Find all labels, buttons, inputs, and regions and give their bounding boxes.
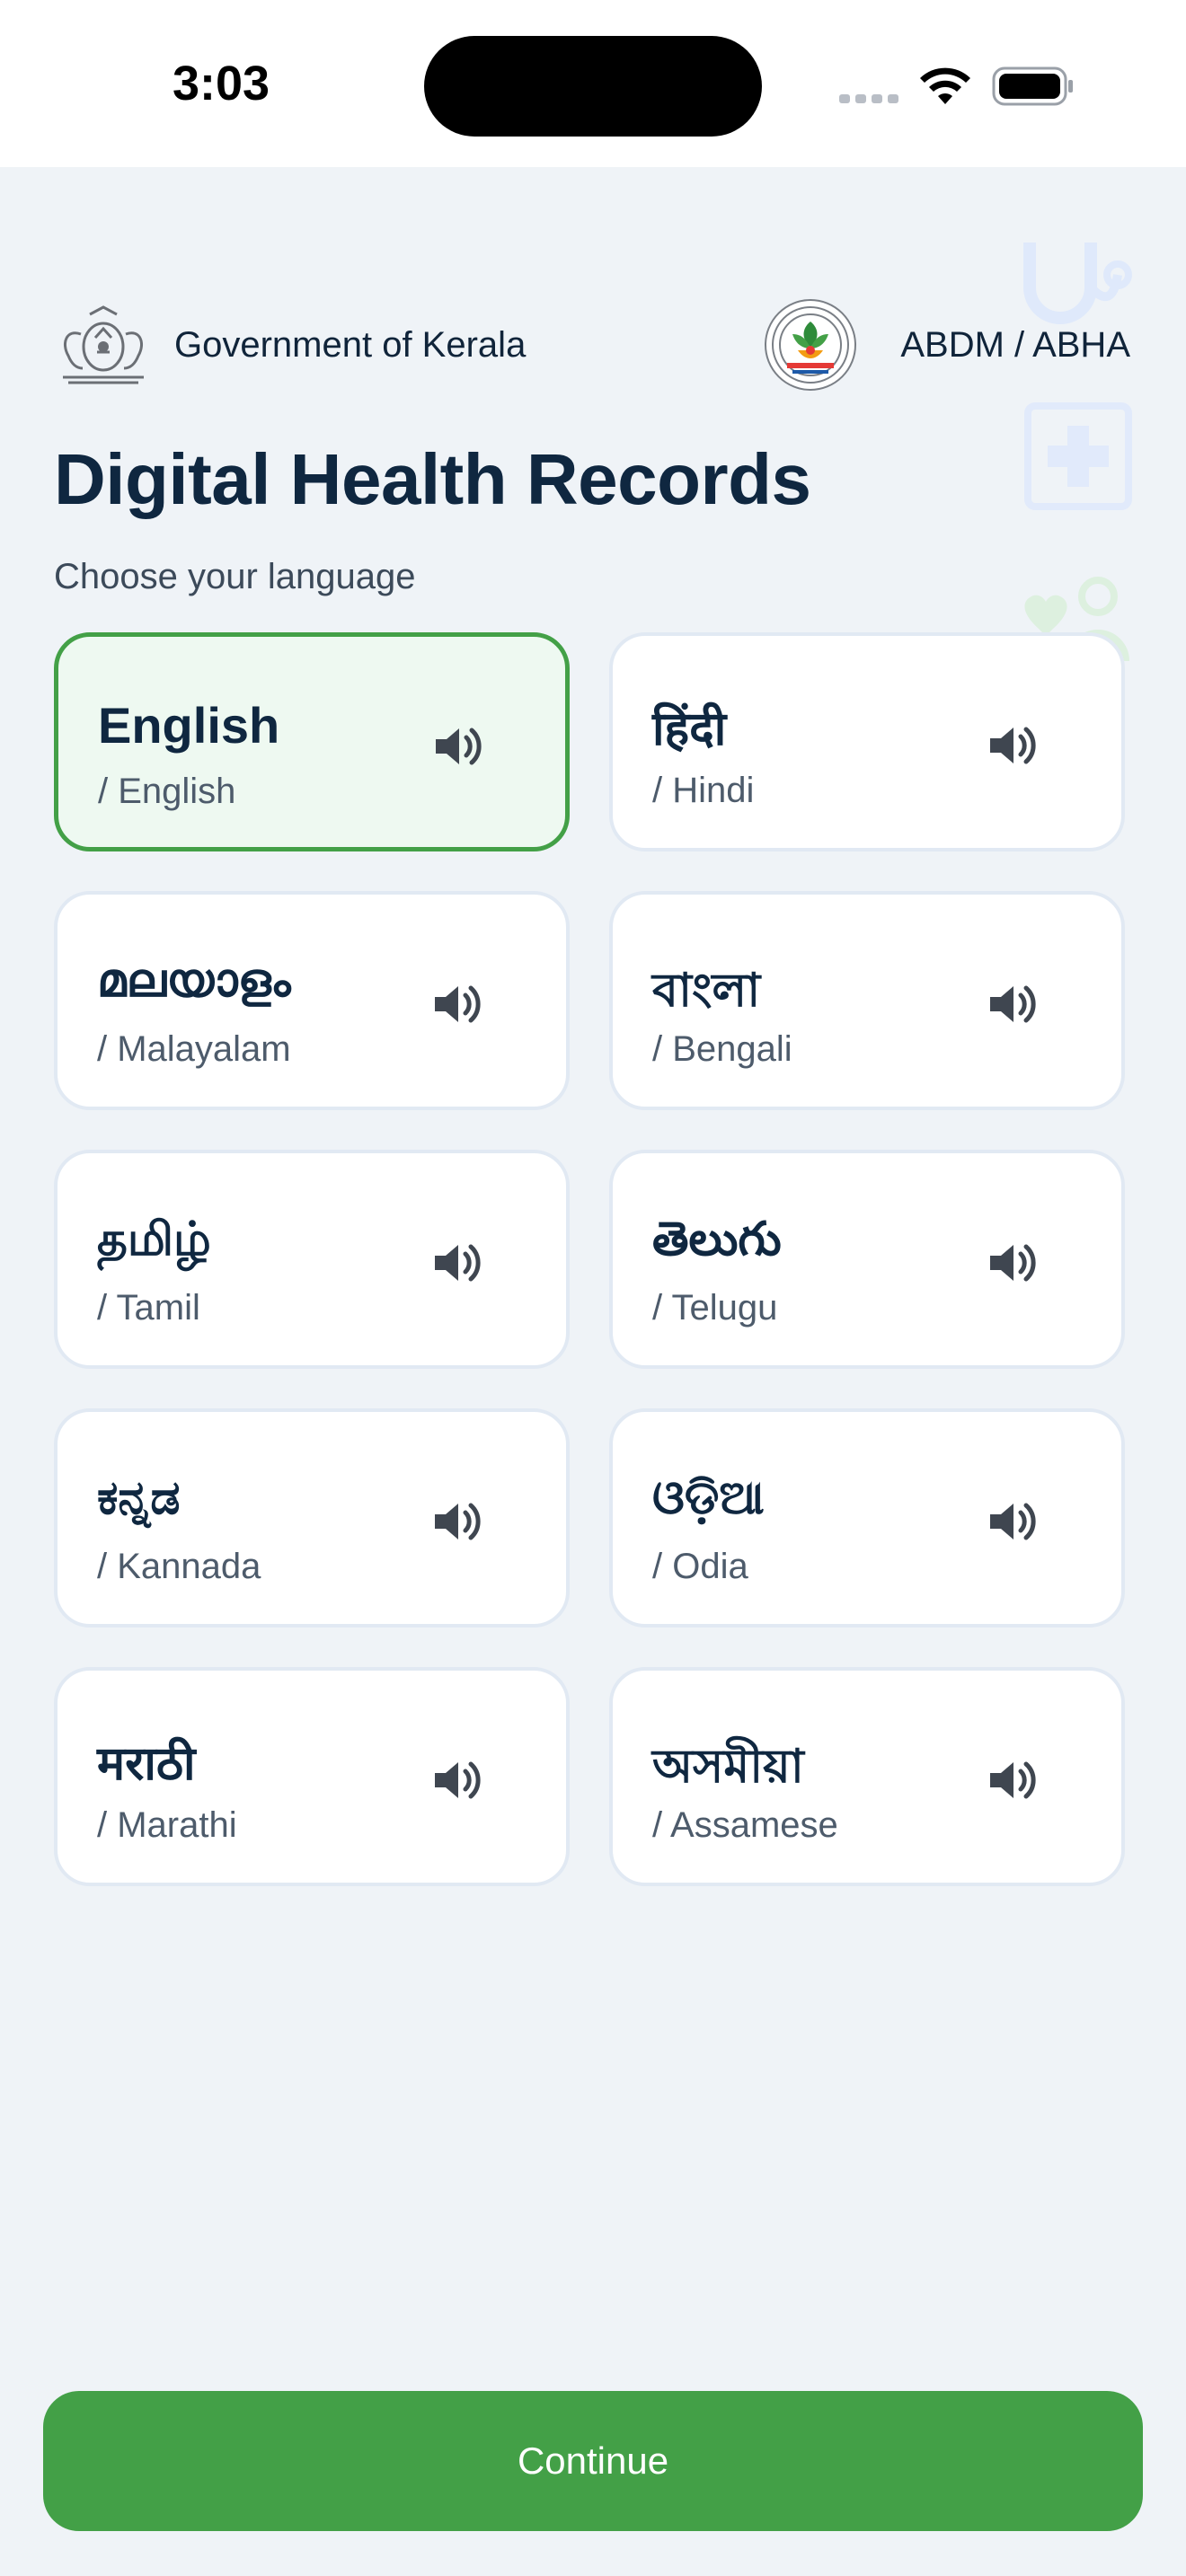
language-native-name: বাংলা: [652, 964, 761, 1018]
language-english-name: / Marathi: [97, 1805, 237, 1845]
language-native-name: मराठी: [97, 1737, 196, 1791]
language-native-name: தமிழ்: [97, 1213, 211, 1266]
speaker-icon[interactable]: [429, 1495, 483, 1548]
language-card-assamese[interactable]: অসমীয়া / Assamese: [609, 1667, 1125, 1886]
partner-label: ABDM / ABHA: [900, 325, 1130, 365]
battery-icon: [992, 66, 1073, 106]
page-title: Digital Health Records: [54, 439, 811, 519]
language-native-name: অসমীয়া: [652, 1740, 804, 1794]
speaker-icon[interactable]: [429, 1753, 483, 1807]
language-english-name: / Tamil: [97, 1288, 200, 1328]
language-card-odia[interactable]: ଓଡ଼ିଆ / Odia: [609, 1408, 1125, 1628]
status-bar: 3:03: [0, 0, 1186, 167]
government-label: Government of Kerala: [174, 325, 527, 365]
language-english-name: / Telugu: [652, 1288, 778, 1328]
language-native-name: English: [98, 697, 280, 754]
language-native-name: ಕನ್ನಡ: [97, 1471, 181, 1525]
language-english-name: / English: [98, 772, 236, 811]
page-subtitle: Choose your language: [54, 557, 416, 596]
language-card-malayalam[interactable]: മലയാളം / Malayalam: [54, 891, 570, 1110]
language-english-name: / Hindi: [652, 771, 755, 810]
speaker-icon[interactable]: [429, 977, 483, 1031]
speaker-icon[interactable]: [985, 1753, 1039, 1807]
wifi-icon: [920, 67, 970, 104]
language-card-tamil[interactable]: தமிழ் / Tamil: [54, 1150, 570, 1369]
language-english-name: / Kannada: [97, 1547, 261, 1586]
language-native-name: తెలుగు: [652, 1213, 782, 1266]
language-english-name: / Odia: [652, 1547, 748, 1586]
speaker-icon[interactable]: [430, 719, 484, 773]
language-english-name: / Assamese: [652, 1805, 838, 1845]
medical-cross-icon: [1024, 402, 1132, 510]
status-time: 3:03: [173, 57, 270, 110]
language-native-name: ଓଡ଼ିଆ: [652, 1471, 765, 1525]
language-english-name: / Bengali: [652, 1029, 792, 1069]
cellular-signal-icon: [839, 90, 904, 107]
kerala-emblem-icon: [63, 305, 144, 384]
language-card-hindi[interactable]: हिंदी / Hindi: [609, 632, 1125, 851]
language-card-bengali[interactable]: বাংলা / Bengali: [609, 891, 1125, 1110]
continue-button[interactable]: Continue: [43, 2391, 1143, 2531]
language-english-name: / Malayalam: [97, 1029, 291, 1069]
abdm-logo-icon: [765, 299, 856, 391]
language-native-name: മലയാളം: [97, 954, 291, 1008]
speaker-icon[interactable]: [429, 1236, 483, 1290]
language-card-telugu[interactable]: తెలుగు / Telugu: [609, 1150, 1125, 1369]
language-native-name: हिंदी: [652, 702, 727, 756]
speaker-icon[interactable]: [985, 1495, 1039, 1548]
speaker-icon[interactable]: [985, 719, 1039, 772]
language-card-english[interactable]: English / English: [54, 632, 570, 851]
header: Government of Kerala ABDM / ABHA: [54, 299, 1130, 391]
speaker-icon[interactable]: [985, 977, 1039, 1031]
language-card-marathi[interactable]: मराठी / Marathi: [54, 1667, 570, 1886]
dynamic-island: [424, 36, 762, 137]
language-card-kannada[interactable]: ಕನ್ನಡ / Kannada: [54, 1408, 570, 1628]
speaker-icon[interactable]: [985, 1236, 1039, 1290]
